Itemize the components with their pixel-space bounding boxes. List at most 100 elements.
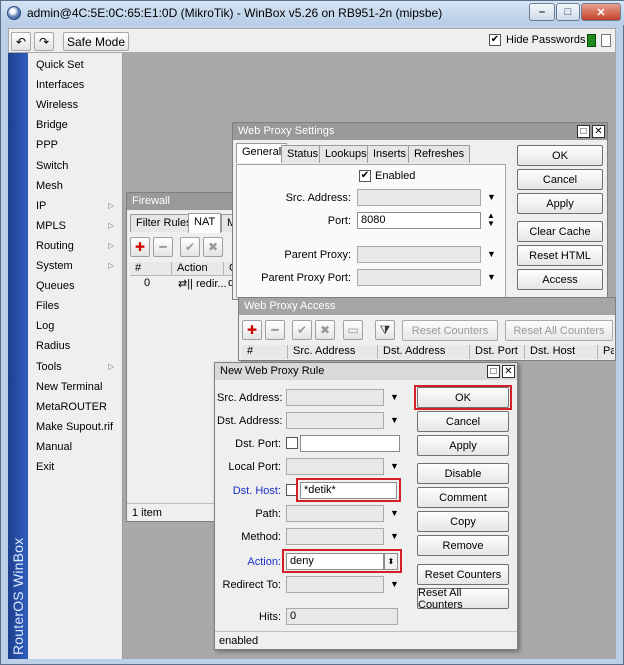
maximize-button[interactable]: □ bbox=[577, 125, 590, 138]
menu-item-make-supout-rif[interactable]: Make Supout.rif bbox=[36, 421, 113, 433]
column-header-number[interactable]: # bbox=[242, 345, 288, 359]
tab-lookups[interactable]: Lookups bbox=[319, 145, 373, 163]
spin-arrows-icon[interactable]: ▲ ▼ bbox=[487, 212, 495, 228]
remove-nat-button[interactable]: ━ bbox=[153, 237, 173, 257]
remove-button[interactable]: Remove bbox=[417, 535, 509, 556]
menu-item-tools[interactable]: Tools bbox=[36, 361, 62, 373]
menu-item-system[interactable]: System bbox=[36, 260, 73, 272]
new-rule-title-bar[interactable]: New Web Proxy Rule bbox=[215, 363, 517, 380]
add-nat-button[interactable]: ✚ bbox=[130, 237, 150, 257]
hide-passwords-toggle[interactable]: ✔ Hide Passwords bbox=[489, 34, 585, 46]
menu-item-bridge[interactable]: Bridge bbox=[36, 119, 68, 131]
enable-rule-button[interactable]: ✔ bbox=[292, 320, 312, 340]
menu-item-wireless[interactable]: Wireless bbox=[36, 99, 78, 111]
redirect-to-field[interactable] bbox=[286, 576, 384, 593]
access-button[interactable]: Access bbox=[517, 269, 603, 290]
remove-rule-button[interactable]: ━ bbox=[265, 320, 285, 340]
reset-html-button[interactable]: Reset HTML bbox=[517, 245, 603, 266]
firewall-title-bar[interactable]: Firewall bbox=[127, 193, 241, 210]
reset-all-counters-button[interactable]: Reset All Counters bbox=[417, 587, 509, 611]
copy-button[interactable]: Copy bbox=[417, 511, 509, 532]
ok-button[interactable]: OK bbox=[417, 387, 509, 408]
menu-item-new-terminal[interactable]: New Terminal bbox=[36, 381, 102, 393]
dropdown-arrow-icon[interactable]: ▼ bbox=[487, 272, 496, 282]
safe-mode-button[interactable]: Safe Mode bbox=[63, 32, 129, 51]
menu-item-routing[interactable]: Routing bbox=[36, 240, 74, 252]
apply-button[interactable]: Apply bbox=[517, 193, 603, 214]
close-button[interactable]: ✕ bbox=[502, 365, 515, 378]
menu-item-mpls[interactable]: MPLS bbox=[36, 220, 66, 232]
action-dropdown-button[interactable]: ⬍ bbox=[384, 553, 398, 570]
column-header-dst-host[interactable]: Dst. Host bbox=[525, 345, 598, 359]
menu-item-interfaces[interactable]: Interfaces bbox=[36, 79, 84, 91]
menu-item-ppp[interactable]: PPP bbox=[36, 139, 58, 151]
tab-status[interactable]: Status bbox=[281, 145, 325, 163]
menu-item-manual[interactable]: Manual bbox=[36, 441, 72, 453]
src-address-field[interactable] bbox=[357, 189, 481, 206]
hide-passwords-checkbox[interactable]: ✔ bbox=[489, 34, 501, 46]
column-header-dst-address[interactable]: Dst. Address bbox=[378, 345, 470, 359]
port-field[interactable]: 8080 bbox=[357, 212, 481, 229]
menu-item-exit[interactable]: Exit bbox=[36, 461, 54, 473]
menu-item-metarouter[interactable]: MetaROUTER bbox=[36, 401, 107, 413]
dropdown-arrow-icon[interactable]: ▼ bbox=[487, 249, 496, 259]
src-address-field[interactable] bbox=[286, 389, 384, 406]
apply-button[interactable]: Apply bbox=[417, 435, 509, 456]
tab-refreshes[interactable]: Refreshes bbox=[408, 145, 471, 163]
menu-item-switch[interactable]: Switch bbox=[36, 160, 68, 172]
enable-nat-button[interactable]: ✔ bbox=[180, 237, 200, 257]
method-field[interactable] bbox=[286, 528, 384, 545]
menu-item-files[interactable]: Files bbox=[36, 300, 59, 312]
dropdown-arrow-icon[interactable]: ▼ bbox=[390, 415, 399, 425]
menu-item-ip[interactable]: IP bbox=[36, 200, 46, 212]
dropdown-arrow-icon[interactable]: ▼ bbox=[487, 192, 496, 202]
menu-item-radius[interactable]: Radius bbox=[36, 340, 70, 352]
menu-item-queues[interactable]: Queues bbox=[36, 280, 75, 292]
tab-general[interactable]: General bbox=[236, 143, 288, 163]
web-proxy-access-title-bar[interactable]: Web Proxy Access bbox=[239, 298, 615, 315]
clear-cache-button[interactable]: Clear Cache bbox=[517, 221, 603, 242]
maximize-button[interactable]: □ bbox=[556, 3, 580, 21]
reset-counters-button[interactable]: Reset Counters bbox=[402, 320, 498, 341]
column-header-dst-port[interactable]: Dst. Port bbox=[470, 345, 525, 359]
local-port-field[interactable] bbox=[286, 458, 384, 475]
dropdown-arrow-icon[interactable]: ▼ bbox=[390, 461, 399, 471]
column-header-src-address[interactable]: Src. Address bbox=[288, 345, 378, 359]
redo-button[interactable]: ↷ bbox=[34, 32, 54, 51]
dst-address-field[interactable] bbox=[286, 412, 384, 429]
undo-button[interactable]: ↶ bbox=[11, 32, 31, 51]
maximize-button[interactable]: □ bbox=[487, 365, 500, 378]
dst-port-negate-checkbox[interactable] bbox=[286, 437, 298, 449]
comment-button[interactable]: Comment bbox=[417, 487, 509, 508]
dropdown-arrow-icon[interactable]: ▼ bbox=[390, 508, 399, 518]
tab-inserts[interactable]: Inserts bbox=[367, 145, 413, 163]
close-button[interactable]: ✕ bbox=[581, 3, 621, 21]
action-select[interactable]: deny bbox=[286, 553, 384, 570]
menu-item-quick-set[interactable]: Quick Set bbox=[36, 59, 84, 71]
parent-proxy-port-field[interactable] bbox=[357, 269, 481, 286]
comment-rule-button[interactable]: ▭ bbox=[343, 320, 363, 340]
cancel-button[interactable]: Cancel bbox=[517, 169, 603, 190]
table-row[interactable]: 0 ⇄|| redir... ds bbox=[130, 276, 240, 290]
dropdown-arrow-icon[interactable]: ▼ bbox=[390, 392, 399, 402]
dropdown-arrow-icon[interactable]: ▼ bbox=[390, 531, 399, 541]
dst-port-field[interactable] bbox=[300, 435, 400, 452]
reset-counters-button[interactable]: Reset Counters bbox=[417, 564, 509, 585]
close-button[interactable]: ✕ bbox=[592, 125, 605, 138]
add-rule-button[interactable]: ✚ bbox=[242, 320, 262, 340]
filter-button[interactable]: ⧩ bbox=[375, 320, 395, 340]
column-header-number[interactable]: # bbox=[130, 262, 172, 276]
disable-nat-button[interactable]: ✖ bbox=[203, 237, 223, 257]
ok-button[interactable]: OK bbox=[517, 145, 603, 166]
enabled-checkbox[interactable]: ✔ bbox=[359, 170, 371, 182]
title-bar[interactable]: admin@4C:5E:0C:65:E1:0D (MikroTik) - Win… bbox=[1, 1, 624, 25]
dropdown-arrow-icon[interactable]: ▼ bbox=[390, 579, 399, 589]
reset-all-counters-button[interactable]: Reset All Counters bbox=[505, 320, 613, 341]
disable-button[interactable]: Disable bbox=[417, 463, 509, 484]
menu-item-mesh[interactable]: Mesh bbox=[36, 180, 63, 192]
dst-host-field[interactable]: *detik* bbox=[300, 482, 397, 499]
tab-nat[interactable]: NAT bbox=[188, 213, 222, 233]
column-header-path[interactable]: Path bbox=[598, 345, 614, 359]
disable-rule-button[interactable]: ✖ bbox=[315, 320, 335, 340]
cancel-button[interactable]: Cancel bbox=[417, 411, 509, 432]
